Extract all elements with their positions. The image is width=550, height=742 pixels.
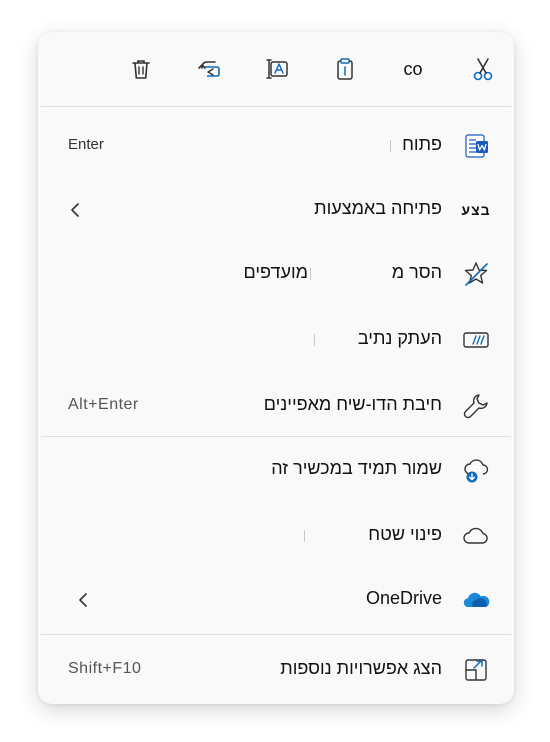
- menu-item-shortcut: Shift+F10: [68, 660, 142, 677]
- wrench-icon: [460, 390, 492, 422]
- cloud-icon: [460, 520, 492, 552]
- menu-item-free-space[interactable]: פינוי שטח: [38, 506, 514, 566]
- clipboard-icon: [337, 58, 353, 80]
- rename-button[interactable]: [260, 52, 294, 86]
- menu-item-open[interactable]: פתוח Enter: [38, 116, 514, 176]
- menu-item-label: העתק נתיב: [357, 328, 442, 348]
- menu-item-remove-favorites[interactable]: הסר מ מועדפים: [38, 244, 514, 304]
- menu-item-label: הצג אפשרויות נוספות: [280, 658, 442, 678]
- rename-icon: [266, 59, 288, 79]
- quick-actions-toolbar: co: [38, 32, 514, 106]
- menu-item-properties[interactable]: חיבת הדו-שיח מאפיינים Alt+Enter: [38, 376, 514, 436]
- word-document-icon: [460, 130, 492, 162]
- copy-path-icon: [460, 324, 492, 356]
- copy-button[interactable]: co: [396, 52, 430, 86]
- share-icon: [198, 61, 220, 77]
- cloud-download-icon: [460, 454, 492, 486]
- menu-item-label: פתיחה באמצעות: [314, 198, 442, 218]
- menu-item-label: חיבת הדו-שיח מאפיינים: [263, 394, 442, 414]
- share-button[interactable]: [192, 52, 226, 86]
- onedrive-icon: [460, 584, 492, 616]
- chevron-left-icon: [76, 588, 90, 612]
- separator: [41, 634, 511, 635]
- paste-button[interactable]: [328, 52, 362, 86]
- trash-icon: [132, 60, 150, 79]
- menu-item-shortcut: Enter: [68, 136, 104, 153]
- unstar-icon: [460, 258, 492, 290]
- menu-item-show-more[interactable]: הצג אפשרויות נוספות Shift+F10: [38, 640, 514, 700]
- menu-item-open-with[interactable]: בצע פתיחה באמצעות: [38, 180, 514, 240]
- menu-item-label: שמור תמיד במכשיר זה: [271, 458, 442, 478]
- menu-item-onedrive[interactable]: OneDrive: [38, 570, 514, 630]
- copy-label: co: [403, 58, 423, 79]
- separator: [41, 106, 511, 107]
- cut-button[interactable]: [466, 52, 500, 86]
- expand-icon: [460, 654, 492, 686]
- context-menu: co פתוח Enter בצע פתיחה באמצעות הסר מ מו…: [38, 32, 514, 704]
- menu-item-copy-path[interactable]: העתק נתיב: [38, 310, 514, 370]
- menu-item-label: הסר מ: [391, 262, 442, 282]
- separator: [41, 436, 511, 437]
- menu-item-always-keep[interactable]: שמור תמיד במכשיר זה: [38, 440, 514, 500]
- menu-item-label-favorites: מועדפים: [243, 262, 308, 282]
- scissors-icon: [473, 58, 493, 81]
- menu-item-label: OneDrive: [365, 588, 442, 608]
- menu-item-shortcut: Alt+Enter: [68, 396, 139, 413]
- open-with-icon: בצע: [461, 202, 491, 218]
- delete-button[interactable]: [124, 52, 158, 86]
- chevron-left-icon: [68, 198, 82, 222]
- menu-item-label: פינוי שטח: [368, 524, 442, 544]
- menu-item-label: פתוח: [402, 134, 442, 154]
